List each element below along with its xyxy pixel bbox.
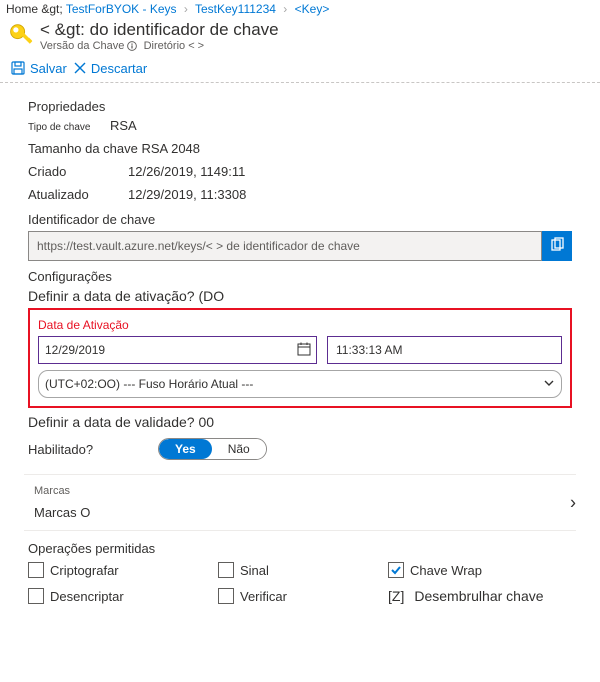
activation-date-input[interactable]: 12/29/2019 (38, 336, 317, 364)
save-button[interactable]: Salvar (10, 60, 67, 76)
checkbox-icon[interactable] (218, 588, 234, 604)
key-type-value: RSA (110, 118, 137, 133)
title-row: < &gt: do identificador de chave Versão … (0, 18, 600, 56)
op-encrypt[interactable]: Criptografar (28, 562, 218, 578)
timezone-select[interactable]: (UTC+02:OO) --- Fuso Horário Atual --- (38, 370, 562, 398)
discard-label: Descartar (91, 61, 147, 76)
save-icon (10, 60, 26, 76)
breadcrumb-link-testkey[interactable]: TestKey111234 (195, 2, 276, 16)
chevron-right-icon: › (279, 2, 291, 16)
operations-heading: Operações permitidas (28, 541, 572, 556)
updated-value: 12/29/2019, 11:3308 (128, 187, 246, 202)
tags-title: Marcas (34, 485, 572, 497)
activation-time-input[interactable]: 11:33:13 AM (327, 336, 562, 364)
tags-block[interactable]: Marcas Marcas O › (24, 474, 576, 531)
created-label: Criado (28, 164, 128, 179)
op-unwrap[interactable]: [Z] Desembrulhar chave (388, 588, 572, 604)
op-verify[interactable]: Verificar (218, 588, 388, 604)
calendar-icon[interactable] (296, 341, 312, 360)
checkbox-icon[interactable] (388, 562, 404, 578)
op-decrypt[interactable]: Desencriptar (28, 588, 218, 604)
discard-button[interactable]: Descartar (73, 61, 147, 76)
toolbar: Salvar Descartar (0, 56, 600, 82)
key-id-field (28, 231, 572, 261)
expiration-question: Definir a data de validade? 00 (28, 414, 572, 430)
close-icon (73, 61, 87, 75)
toggle-yes[interactable]: Yes (159, 439, 212, 459)
key-id-label: Identificador de chave (28, 212, 572, 227)
properties-heading: Propriedades (28, 99, 572, 114)
activation-time-value: 11:33:13 AM (336, 343, 403, 357)
timezone-value: (UTC+02:OO) --- Fuso Horário Atual --- (45, 377, 253, 391)
activation-highlight: Data de Ativação 12/29/2019 11:33:13 AM … (28, 308, 572, 408)
chevron-down-icon (543, 377, 555, 392)
page-title: < &gt: do identificador de chave (40, 20, 279, 40)
created-value: 12/26/2019, 1149:11 (128, 164, 245, 179)
op-sign[interactable]: Sinal (218, 562, 388, 578)
z-check-icon: [Z] (388, 588, 404, 604)
op-wrap[interactable]: Chave Wrap (388, 562, 572, 578)
save-label: Salvar (30, 61, 67, 76)
activation-date-label: Data de Ativação (38, 318, 562, 332)
toggle-no[interactable]: Não (212, 439, 266, 459)
copy-button[interactable] (542, 231, 572, 261)
breadcrumb-link-testforbyok[interactable]: TestForBYOK - Keys (66, 2, 177, 16)
checkbox-icon[interactable] (28, 588, 44, 604)
enabled-toggle[interactable]: Yes Não (158, 438, 267, 460)
chevron-right-icon: › (180, 2, 192, 16)
key-id-input[interactable] (28, 231, 542, 261)
settings-heading: Configurações (28, 269, 572, 284)
page-subtitle: Versão da Chave Diretório < > (40, 40, 279, 52)
activation-date-value: 12/29/2019 (45, 343, 105, 357)
tags-value: Marcas O (34, 505, 572, 520)
updated-label: Atualizado (28, 187, 128, 202)
chevron-right-icon[interactable]: › (570, 492, 576, 513)
enabled-label: Habilitado? (28, 442, 158, 457)
checkbox-icon[interactable] (218, 562, 234, 578)
key-icon (8, 22, 36, 50)
breadcrumb-link-key[interactable]: <Key> (295, 2, 330, 16)
copy-icon (549, 237, 565, 256)
checkbox-icon[interactable] (28, 562, 44, 578)
key-size-value: Tamanho da chave RSA 2048 (28, 141, 200, 156)
key-type-label: Tipo de chave (28, 122, 110, 133)
breadcrumb: Home &gt; TestForBYOK - Keys › TestKey11… (0, 0, 600, 18)
info-icon[interactable] (127, 41, 137, 51)
breadcrumb-home[interactable]: Home &gt; (6, 2, 63, 16)
activation-question: Definir a data de ativação? (DO (28, 288, 572, 304)
